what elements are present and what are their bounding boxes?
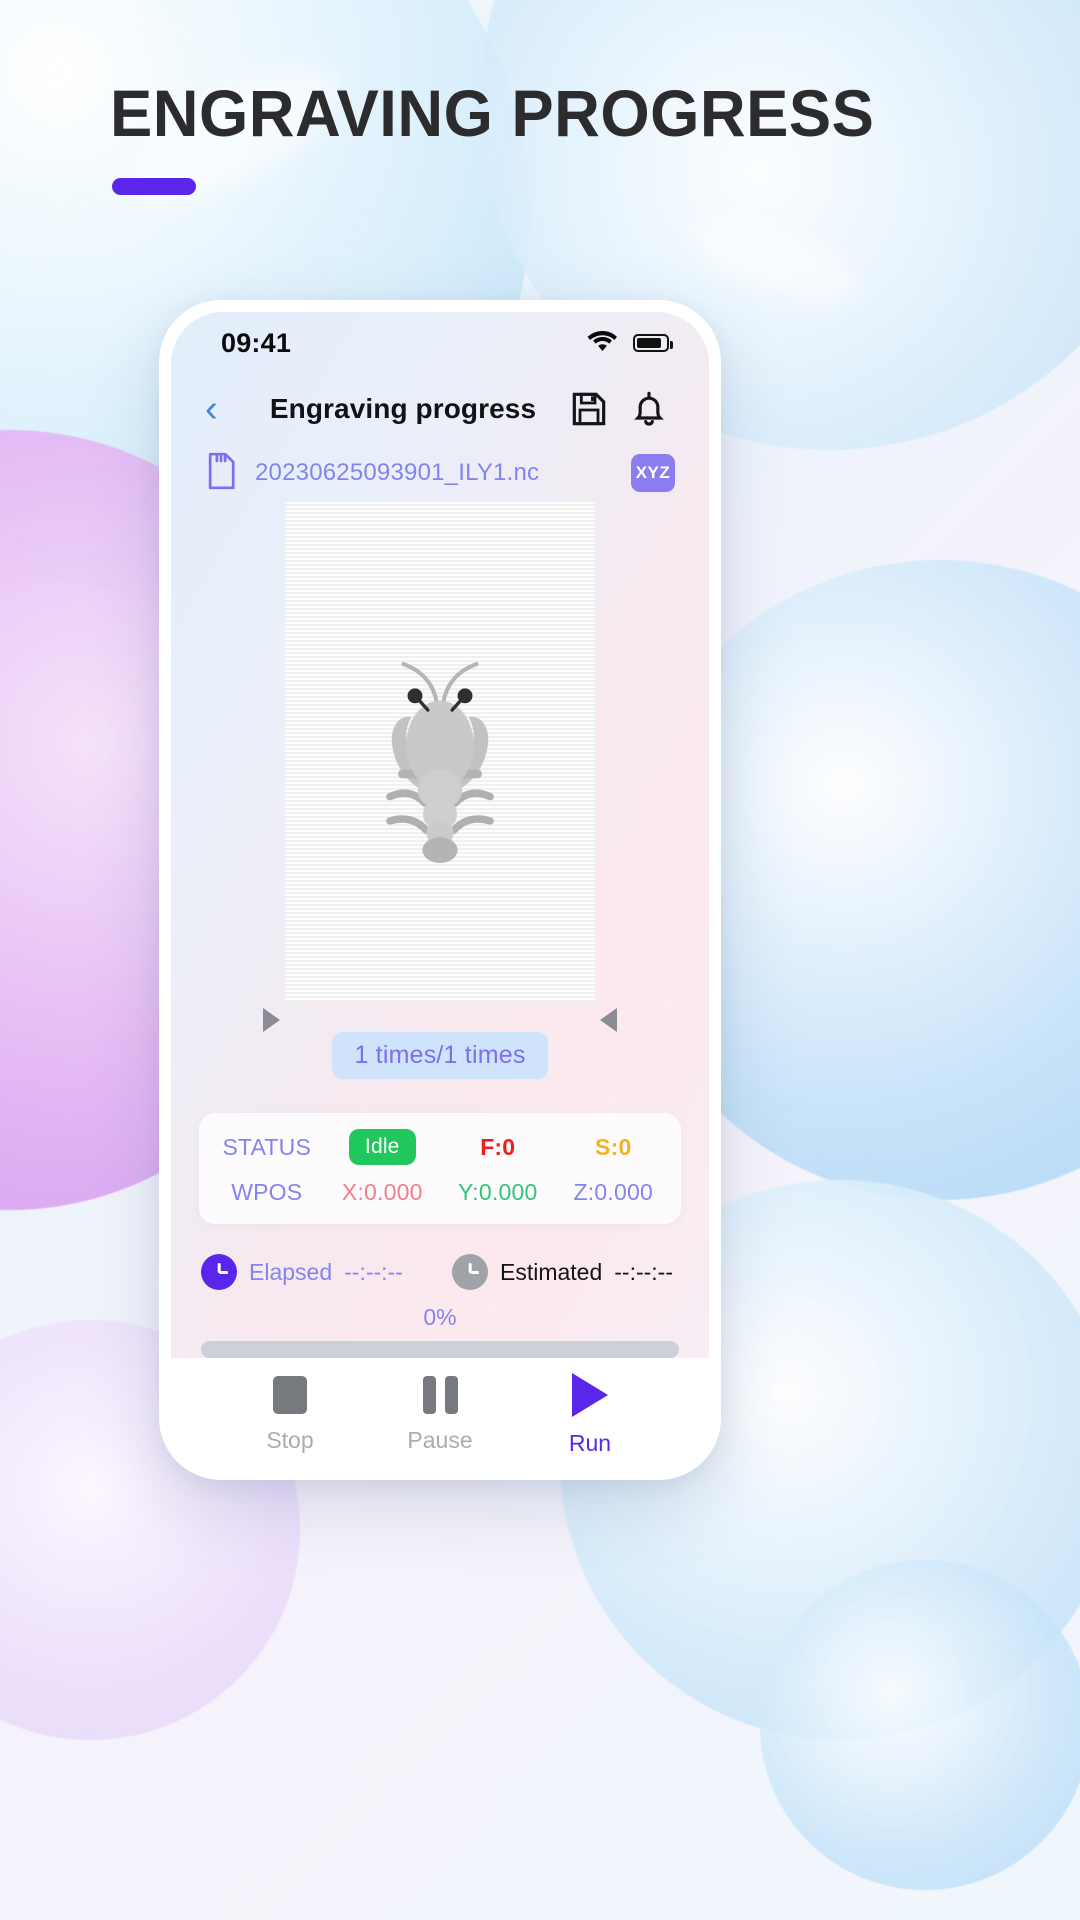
app-header: ‹ Engraving progress — [171, 374, 709, 444]
progress-bar — [201, 1341, 679, 1358]
file-name: 20230625093901_ILY1.nc — [255, 459, 540, 486]
triangle-left-marker[interactable] — [600, 1008, 617, 1032]
progress-percent-label: 0% — [423, 1304, 457, 1330]
background-bubble — [760, 1560, 1080, 1890]
elapsed-label: Elapsed — [249, 1258, 333, 1285]
stop-square-icon — [273, 1376, 307, 1414]
save-icon[interactable] — [563, 389, 615, 429]
wpos-label: WPOS — [231, 1179, 303, 1205]
estimated-label: Estimated — [499, 1258, 603, 1285]
back-button[interactable]: ‹ — [205, 390, 249, 428]
status-bar: 09:41 — [171, 312, 709, 374]
transport-controls: Stop Pause Run — [171, 1358, 709, 1468]
machine-status-card: STATUS Idle F:0 S:0 WPOS X:0.000 Y:0.000… — [199, 1113, 681, 1224]
run-button-label: Run — [568, 1430, 612, 1456]
y-position: Y:0.000 — [458, 1179, 538, 1205]
run-button[interactable]: Run — [515, 1373, 665, 1457]
spindle-speed: S:0 — [595, 1133, 632, 1160]
stop-button[interactable]: Stop — [215, 1376, 365, 1454]
timers-row: Elapsed --:--:-- Estimated --:--:-- — [201, 1254, 679, 1290]
xyz-axis-badge[interactable]: XYZ — [631, 454, 675, 492]
status-bar-icons — [587, 329, 673, 357]
engraving-preview-canvas[interactable] — [285, 502, 595, 1002]
elapsed-value: --:--:-- — [344, 1258, 403, 1285]
file-row: 20230625093901_ILY1.nc XYZ — [171, 444, 709, 502]
repeat-count-badge: 1 times/1 times — [332, 1032, 548, 1079]
clock-icon — [201, 1254, 237, 1290]
status-value-cell: Idle — [325, 1129, 441, 1165]
estimated-timer: Estimated --:--:-- — [451, 1254, 673, 1290]
pause-button[interactable]: Pause — [365, 1376, 515, 1454]
feed-rate: F:0 — [480, 1133, 516, 1160]
stop-button-label: Stop — [266, 1427, 314, 1453]
page-title: ENGRAVING PROGRESS — [110, 76, 875, 150]
clock-icon — [451, 1254, 488, 1290]
triangle-right-marker[interactable] — [263, 1008, 280, 1032]
phone-mockup: 09:41 ‹ Engraving progress 2023062509390… — [159, 300, 721, 1480]
estimated-value: --:--:-- — [614, 1258, 673, 1285]
battery-icon — [633, 334, 673, 352]
battery-level — [637, 338, 661, 348]
preview-section: 1 times/1 times — [171, 502, 709, 1079]
accent-bar — [112, 178, 196, 195]
pause-bars-icon — [422, 1376, 458, 1414]
status-row: STATUS Idle F:0 S:0 — [209, 1129, 671, 1165]
x-position: X:0.000 — [341, 1179, 423, 1205]
play-triangle-icon — [572, 1373, 608, 1417]
phone-screen: 09:41 ‹ Engraving progress 2023062509390… — [171, 312, 709, 1468]
status-badge: Idle — [348, 1129, 416, 1165]
z-position: Z:0.000 — [573, 1179, 653, 1205]
bell-icon[interactable] — [623, 389, 675, 429]
sd-card-icon — [205, 452, 237, 495]
wpos-row: WPOS X:0.000 Y:0.000 Z:0.000 — [209, 1179, 671, 1206]
preview-markers — [263, 1002, 617, 1036]
lobster-engraving-preview — [386, 662, 494, 863]
elapsed-timer: Elapsed --:--:-- — [201, 1254, 403, 1290]
wifi-icon — [587, 329, 618, 357]
pause-button-label: Pause — [407, 1427, 473, 1453]
status-label: STATUS — [222, 1133, 312, 1160]
app-title: Engraving progress — [269, 393, 537, 424]
status-bar-clock: 09:41 — [221, 327, 292, 358]
progress-section: 0% — [201, 1304, 679, 1358]
